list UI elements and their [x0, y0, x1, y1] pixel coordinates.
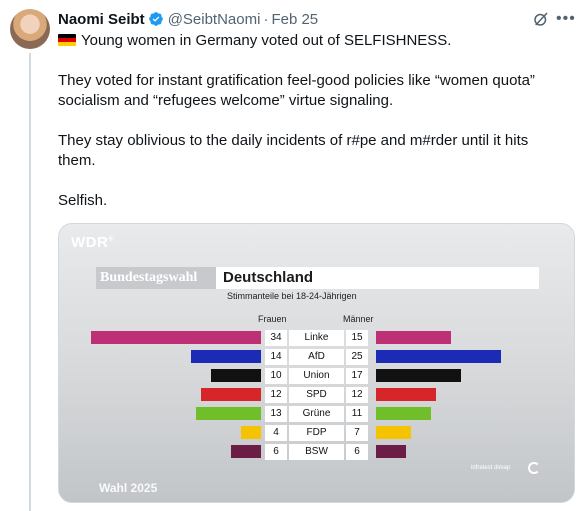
- paragraph-1-line-1: They voted for instant gratification fee…: [58, 72, 535, 89]
- party-label-bsw: BSW: [289, 444, 344, 460]
- party-label-spd: SPD: [289, 387, 344, 403]
- more-horizontal-icon[interactable]: •••: [556, 10, 576, 28]
- chart-title-left: Bundestagswahl: [96, 267, 216, 289]
- footer-label: Wahl 2025: [99, 481, 158, 495]
- paragraph-2-line-2: them.: [58, 152, 96, 169]
- value-frauen-linke: 34: [265, 330, 287, 346]
- value-frauen-bsw: 6: [265, 444, 287, 460]
- author-handle[interactable]: @SeibtNaomi: [168, 11, 261, 28]
- bar-maenner-fdp: [376, 426, 411, 439]
- value-maenner-spd: 12: [346, 387, 368, 403]
- chart-title-bar: Bundestagswahl Deutschland: [96, 267, 539, 289]
- value-maenner-bsw: 6: [346, 444, 368, 460]
- tweet-header: Naomi Seibt @SeibtNaomi · Feb 25: [58, 9, 318, 29]
- bar-frauen-gruene: [196, 407, 261, 420]
- avatar[interactable]: [10, 9, 50, 49]
- value-frauen-union: 10: [265, 368, 287, 384]
- paragraph-2-line-1: They stay oblivious to the daily inciden…: [58, 132, 529, 149]
- value-maenner-linke: 15: [346, 330, 368, 346]
- bar-frauen-afd: [191, 350, 261, 363]
- party-label-union: Union: [289, 368, 344, 384]
- party-label-afd: AfD: [289, 349, 344, 365]
- bar-frauen-bsw: [231, 445, 261, 458]
- bar-maenner-linke: [376, 331, 451, 344]
- tweet-date[interactable]: Feb 25: [271, 11, 318, 28]
- grok-icon[interactable]: [532, 10, 550, 28]
- tweet-paragraph-3: Selfish.: [58, 192, 108, 209]
- tweet-headline: Young women in Germany voted out of SELF…: [58, 31, 573, 51]
- bar-frauen-linke: [91, 331, 261, 344]
- value-maenner-union: 17: [346, 368, 368, 384]
- chart-title-right: Deutschland: [216, 267, 539, 289]
- verified-badge-icon: [148, 12, 163, 26]
- separator-dot: ·: [263, 10, 269, 28]
- bar-maenner-union: [376, 369, 461, 382]
- bar-maenner-gruene: [376, 407, 431, 420]
- bar-maenner-bsw: [376, 445, 406, 458]
- source-label: infratest dimap: [471, 465, 511, 471]
- party-label-gruene: Grüne: [289, 406, 344, 422]
- value-frauen-afd: 14: [265, 349, 287, 365]
- bar-maenner-spd: [376, 388, 436, 401]
- value-maenner-gruene: 11: [346, 406, 368, 422]
- party-label-fdp: FDP: [289, 425, 344, 441]
- headline-text: Young women in Germany voted out of SELF…: [81, 32, 452, 49]
- value-maenner-fdp: 7: [346, 425, 368, 441]
- column-header-maenner: Männer: [343, 314, 374, 324]
- bar-maenner-afd: [376, 350, 501, 363]
- column-header-frauen: Frauen: [258, 314, 287, 324]
- thread-line: [29, 53, 31, 511]
- party-label-linke: Linke: [289, 330, 344, 346]
- infratest-logo-icon: [528, 462, 540, 474]
- tweet-image[interactable]: WDR® Bundestagswahl Deutschland Stimmant…: [58, 223, 575, 503]
- tweet-paragraph-1: They voted for instant gratification fee…: [58, 71, 573, 111]
- tweet-paragraph-2: They stay oblivious to the daily inciden…: [58, 131, 573, 171]
- chart-subtitle: Stimmanteile bei 18-24-Jährigen: [227, 291, 357, 301]
- value-maenner-afd: 25: [346, 349, 368, 365]
- germany-flag-icon: [58, 34, 76, 46]
- paragraph-1-line-2: socialism and “refugees welcome” virtue …: [58, 92, 394, 109]
- value-frauen-fdp: 4: [265, 425, 287, 441]
- value-frauen-spd: 12: [265, 387, 287, 403]
- author-name[interactable]: Naomi Seibt: [58, 11, 145, 28]
- bar-frauen-spd: [201, 388, 261, 401]
- bar-frauen-union: [211, 369, 261, 382]
- bar-frauen-fdp: [241, 426, 261, 439]
- wdr-logo: WDR®: [71, 234, 114, 251]
- value-frauen-gruene: 13: [265, 406, 287, 422]
